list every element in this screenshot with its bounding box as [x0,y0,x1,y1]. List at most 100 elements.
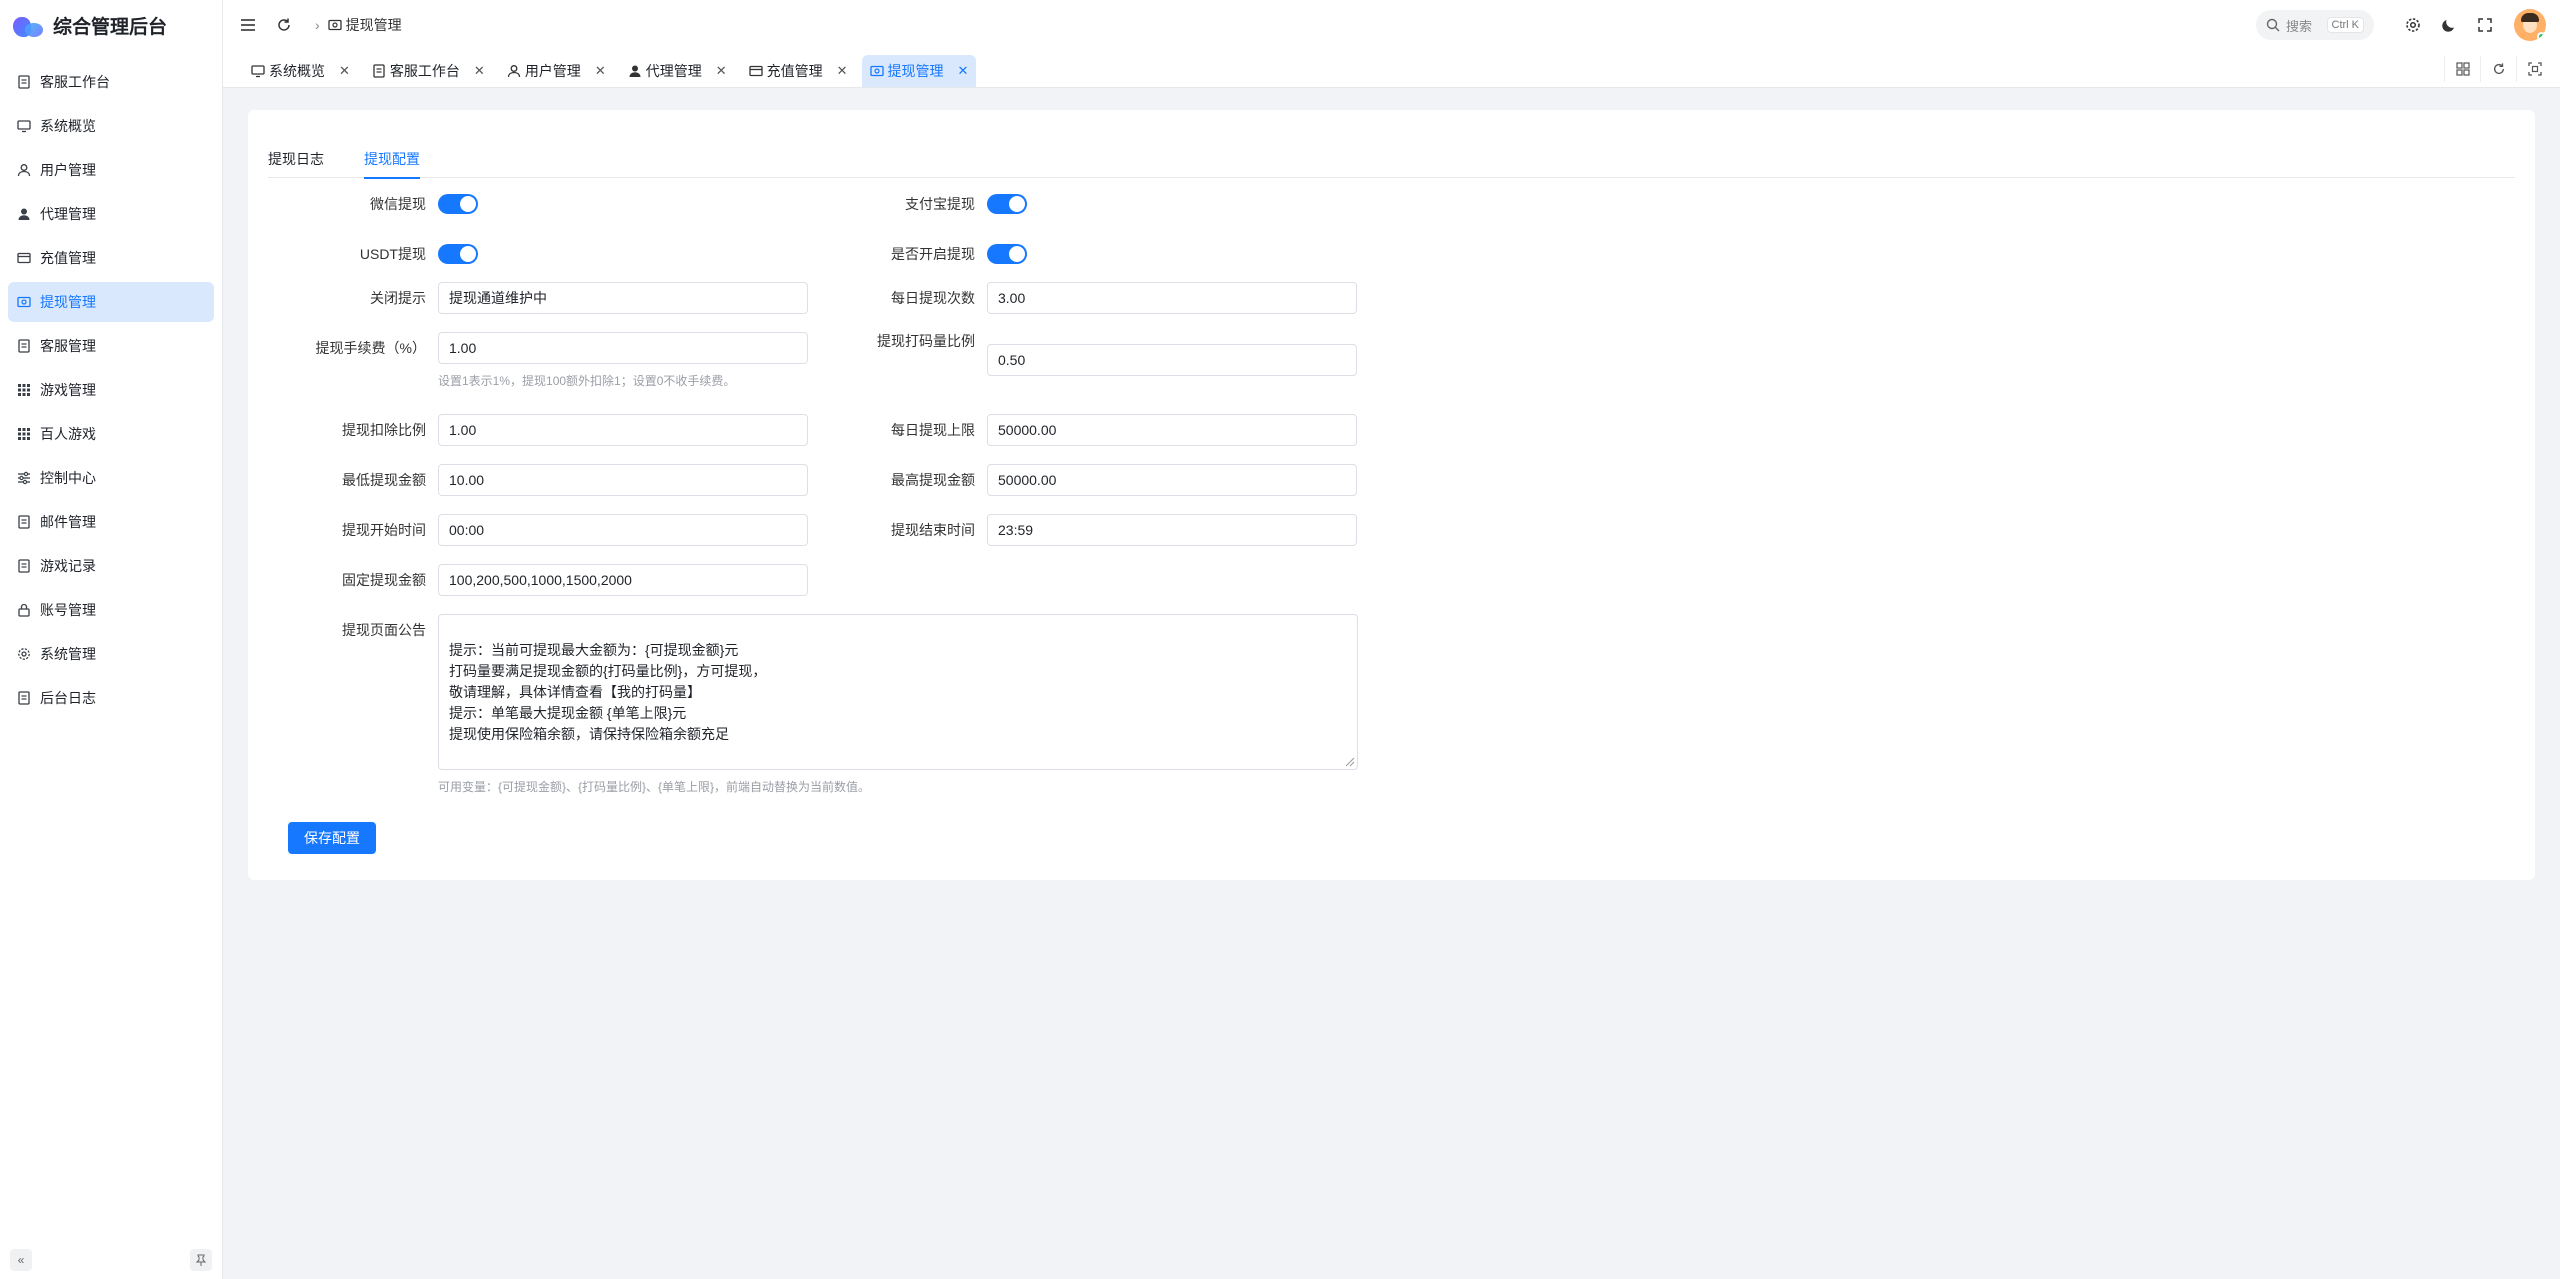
deduct-ratio-label: 提现扣除比例 [342,422,426,438]
layout-grid-icon[interactable] [2444,56,2480,82]
withdraw-config-card: 提现日志 提现配置 微信提现 支付宝提现 USDT提现 是否开启提现 关闭提示 … [248,110,2535,880]
wechat-withdraw-label: 微信提现 [370,196,426,212]
end-time-input[interactable]: 23:59 [987,514,1357,546]
breadcrumb-current[interactable]: 提现管理 [346,15,402,35]
sidebar-item-accounts[interactable]: 账号管理 [8,590,214,630]
sidebar-item-customer-workbench[interactable]: 客服工作台 [8,62,214,102]
reload-tab-icon[interactable] [2480,56,2516,82]
sidebar-menu: 客服工作台 系统概览 用户管理 代理管理 充值管理 提现管理 客服管理 游戏管理… [0,62,222,718]
fixed-amounts-label: 固定提现金额 [342,572,426,588]
user-solid-icon [16,206,32,222]
card-icon [16,250,32,266]
sidebar-footer: « [10,1249,212,1271]
deduct-ratio-input[interactable]: 1.00 [438,414,808,446]
close-tip-input[interactable]: 提现通道维护中 [438,282,808,314]
form-row: 是否开启提现 [817,238,1027,270]
close-icon[interactable]: ✕ [716,63,727,79]
tab-recharge[interactable]: 充值管理 ✕ [741,55,856,87]
search-shortcut: Ctrl K [2326,17,2364,33]
bet-ratio-input[interactable]: 0.50 [987,344,1357,376]
chevron-right-icon: › [315,17,320,33]
sidebar-item-recharge[interactable]: 充值管理 [8,238,214,278]
avatar[interactable] [2514,9,2546,41]
fee-input[interactable]: 1.00 [438,332,808,364]
form-row: USDT提现 [268,238,478,270]
notice-text: 提示：当前可提现最大金额为：{可提现金额}元 打码量要满足提现金额的{打码量比例… [449,642,767,742]
notice-hint: 可用变量：{可提现金额}、{打码量比例}、{单笔上限}，前端自动替换为当前数值。 [438,780,871,794]
tab-customer-workbench[interactable]: 客服工作台 ✕ [364,55,493,87]
sidebar-item-system[interactable]: 系统管理 [8,634,214,674]
alipay-withdraw-toggle[interactable] [987,194,1027,214]
daily-count-input[interactable]: 3.00 [987,282,1357,314]
tab-users[interactable]: 用户管理 ✕ [499,55,614,87]
sidebar-item-label: 百人游戏 [40,426,96,442]
collapse-sidebar-icon[interactable]: « [10,1249,32,1271]
alipay-withdraw-label: 支付宝提现 [905,196,975,212]
sidebar-item-label: 系统管理 [40,646,96,662]
min-amount-input[interactable]: 10.00 [438,464,808,496]
resize-handle-icon[interactable] [1343,755,1355,767]
refresh-icon[interactable] [269,10,299,40]
sidebar-item-agents[interactable]: 代理管理 [8,194,214,234]
form-row: 固定提现金额 100,200,500,1000,1500,2000 [268,564,808,596]
enable-withdraw-toggle[interactable] [987,244,1027,264]
tab-withdraw-config[interactable]: 提现配置 [364,140,420,179]
close-icon[interactable]: ✕ [958,63,969,79]
settings-gear-icon[interactable] [2398,10,2428,40]
sidebar-item-overview[interactable]: 系统概览 [8,106,214,146]
sidebar: 综合管理后台 客服工作台 系统概览 用户管理 代理管理 充值管理 提现管理 客服… [0,0,223,1279]
app-logo [13,11,45,39]
sidebar-item-customer-service[interactable]: 客服管理 [8,326,214,366]
form-row: 提现手续费（%） 1.00 设置1表示1%，提现100额外扣除1；设置0不收手续… [268,332,808,389]
save-config-button[interactable]: 保存配置 [288,822,376,854]
tab-tools [2444,56,2552,82]
close-icon[interactable]: ✕ [837,63,848,79]
card-icon [748,64,763,78]
document-icon [16,338,32,354]
breadcrumb: › 提现管理 [307,15,402,35]
sidebar-item-label: 提现管理 [40,294,96,310]
user-solid-icon [628,64,642,78]
tab-label: 用户管理 [524,63,581,79]
tab-overview[interactable]: 系统概览 ✕ [243,55,358,87]
search-input[interactable]: 搜索 Ctrl K [2256,10,2374,40]
notice-label: 提现页面公告 [342,622,426,638]
document-icon [16,558,32,574]
dark-mode-moon-icon[interactable] [2434,10,2464,40]
sidebar-item-game-records[interactable]: 游戏记录 [8,546,214,586]
tab-agents[interactable]: 代理管理 ✕ [620,55,735,87]
menu-toggle-icon[interactable] [233,10,263,40]
tab-withdraw-log[interactable]: 提现日志 [268,140,324,178]
sidebar-item-hundred-games[interactable]: 百人游戏 [8,414,214,454]
pin-icon[interactable] [190,1249,212,1271]
monitor-icon [16,118,32,134]
monitor-icon [251,64,265,78]
sidebar-item-mail[interactable]: 邮件管理 [8,502,214,542]
close-icon[interactable]: ✕ [595,63,606,79]
fixed-amounts-input[interactable]: 100,200,500,1000,1500,2000 [438,564,808,596]
start-time-input[interactable]: 00:00 [438,514,808,546]
close-icon[interactable]: ✕ [339,63,350,79]
sidebar-item-admin-log[interactable]: 后台日志 [8,678,214,718]
fullscreen-icon[interactable] [2470,10,2500,40]
sidebar-item-label: 控制中心 [40,470,96,486]
sidebar-item-control-center[interactable]: 控制中心 [8,458,214,498]
wechat-withdraw-toggle[interactable] [438,194,478,214]
sidebar-item-withdraw[interactable]: 提现管理 [8,282,214,322]
form-row: 提现页面公告 提示：当前可提现最大金额为：{可提现金额}元 打码量要满足提现金额… [268,614,1358,795]
form-row: 提现结束时间 23:59 [817,514,1357,546]
daily-limit-input[interactable]: 50000.00 [987,414,1357,446]
max-amount-input[interactable]: 50000.00 [987,464,1357,496]
min-amount-label: 最低提现金额 [342,472,426,488]
sidebar-item-label: 游戏管理 [40,382,96,398]
notice-textarea[interactable]: 提示：当前可提现最大金额为：{可提现金额}元 打码量要满足提现金额的{打码量比例… [438,614,1358,770]
tab-withdraw[interactable]: 提现管理 ✕ [861,55,977,87]
tab-label: 充值管理 [766,63,823,79]
form-row: 最低提现金额 10.00 [268,464,808,496]
sidebar-item-games[interactable]: 游戏管理 [8,370,214,410]
maximize-content-icon[interactable] [2516,56,2552,82]
usdt-withdraw-toggle[interactable] [438,244,478,264]
sidebar-item-users[interactable]: 用户管理 [8,150,214,190]
close-icon[interactable]: ✕ [474,63,485,79]
sidebar-item-label: 客服工作台 [40,74,110,90]
